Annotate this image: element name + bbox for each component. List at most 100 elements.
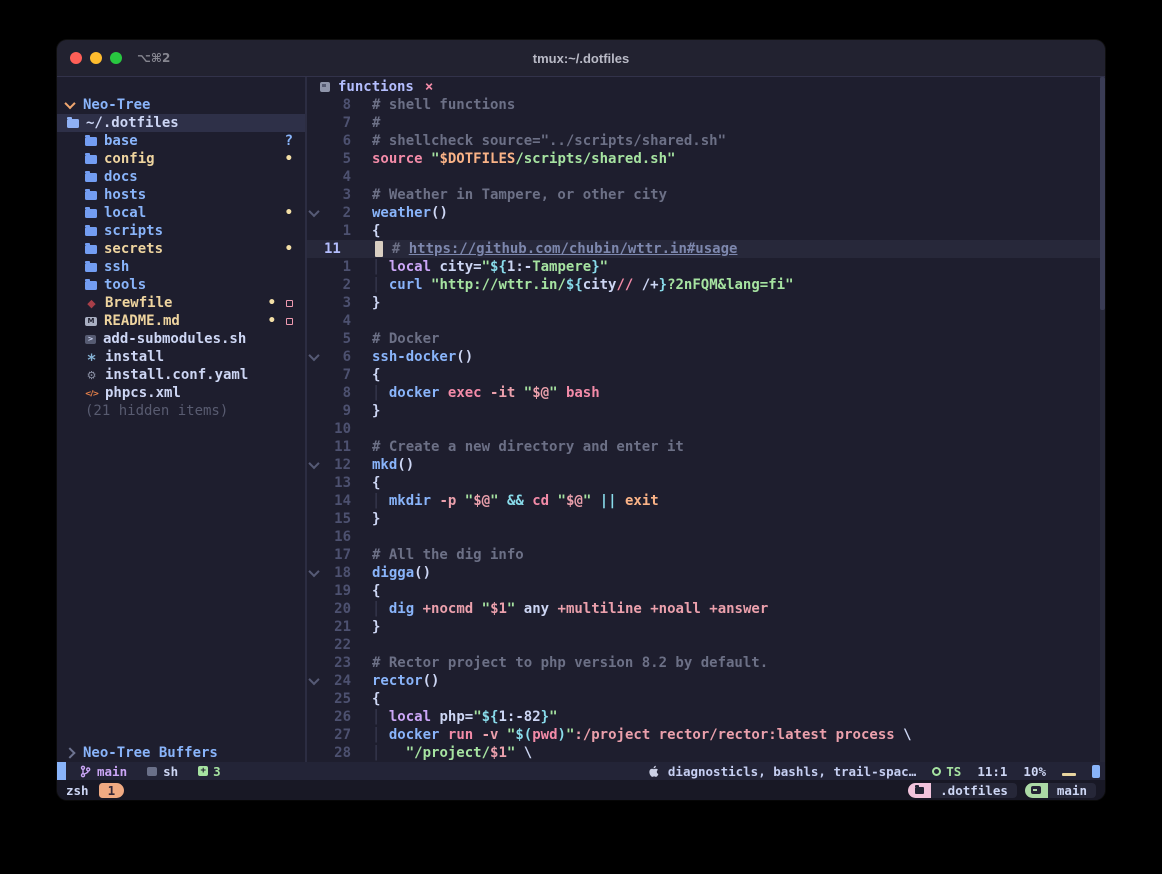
- code-token: docker: [389, 385, 440, 401]
- code-token: # shell functions: [372, 97, 515, 113]
- tree-item-add-submodules.sh[interactable]: >add-submodules.sh: [57, 330, 305, 348]
- code-line-21[interactable]: 12mkd(): [307, 456, 1105, 474]
- code-token: -v: [482, 727, 499, 743]
- tmux-session-segment[interactable]: .dotfiles: [908, 783, 1017, 798]
- code-line-14[interactable]: 5# Docker: [307, 330, 1105, 348]
- editor-scrollbar[interactable]: [1100, 77, 1105, 762]
- close-window-button[interactable]: [70, 52, 82, 64]
- code-line-35[interactable]: 26│ local php="${1:-82}": [307, 708, 1105, 726]
- tree-item-ssh[interactable]: ssh: [57, 258, 305, 276]
- tmux-window-name[interactable]: zsh: [66, 783, 89, 798]
- neo-tree-buffers-header[interactable]: Neo-Tree Buffers: [57, 744, 305, 762]
- fold-chevron-icon[interactable]: [307, 353, 321, 361]
- code-line-20[interactable]: 11# Create a new directory and enter it: [307, 438, 1105, 456]
- code-line-17[interactable]: 8│ docker exec -it "$@" bash: [307, 384, 1105, 402]
- line-number: 22: [321, 637, 351, 653]
- tree-item-scripts[interactable]: scripts: [57, 222, 305, 240]
- line-number: 8: [321, 97, 351, 113]
- code-line-37[interactable]: 28│ "/project/$1" \: [307, 744, 1105, 762]
- treesitter-label: TS: [946, 764, 961, 779]
- code-line-5[interactable]: 4: [307, 168, 1105, 186]
- tree-item-hosts[interactable]: hosts: [57, 186, 305, 204]
- neo-tree-header[interactable]: Neo-Tree: [57, 96, 305, 114]
- tree-item-install.conf.yaml[interactable]: ⚙install.conf.yaml: [57, 366, 305, 384]
- code-line-2[interactable]: 7#: [307, 114, 1105, 132]
- code-token: $@: [473, 493, 490, 509]
- code-line-30[interactable]: 21}: [307, 618, 1105, 636]
- code-line-36[interactable]: 27│ docker run -v "$(pwd)":/project rect…: [307, 726, 1105, 744]
- code-line-29[interactable]: 20│ dig +nocmd "$1" any +multiline +noal…: [307, 600, 1105, 618]
- code-text: #: [372, 115, 1105, 131]
- filetype-label: sh: [163, 764, 178, 779]
- code-line-19[interactable]: 10: [307, 420, 1105, 438]
- code-line-13[interactable]: 4: [307, 312, 1105, 330]
- code-token: $@: [566, 493, 583, 509]
- tree-item--.dotfiles[interactable]: ~/.dotfiles: [57, 114, 305, 132]
- line-number: 23: [321, 655, 351, 671]
- minimize-window-button[interactable]: [90, 52, 102, 64]
- code-line-10[interactable]: 1│ local city="${1:-Tampere}": [307, 258, 1105, 276]
- code-line-12[interactable]: 3}: [307, 294, 1105, 312]
- code-line-1[interactable]: 8 # shell functions: [307, 96, 1105, 114]
- code-token: rector: [372, 673, 423, 689]
- code-line-34[interactable]: 25{: [307, 690, 1105, 708]
- code-token: # Rector project to php version 8.2 by d…: [372, 655, 768, 671]
- unstaged-square-icon: [286, 300, 293, 307]
- scrollbar-thumb[interactable]: [1100, 77, 1105, 310]
- code-line-18[interactable]: 9}: [307, 402, 1105, 420]
- tree-item-label: (21 hidden items): [85, 403, 228, 419]
- code-line-8[interactable]: 1{: [307, 222, 1105, 240]
- code-line-23[interactable]: 14│ mkdir -p "$@" && cd "$@" || exit: [307, 492, 1105, 510]
- code-token: ||: [600, 493, 617, 509]
- code-line-32[interactable]: 23 # Rector project to php version 8.2 by…: [307, 654, 1105, 672]
- code-line-16[interactable]: 7{: [307, 366, 1105, 384]
- tmux-host-segment[interactable]: main: [1025, 783, 1096, 798]
- folder-icon: [85, 173, 97, 182]
- tree-item-base[interactable]: base?: [57, 132, 305, 150]
- code-line-3[interactable]: 6# shellcheck source="../scripts/shared.…: [307, 132, 1105, 150]
- titlebar[interactable]: ⌥⌘2 tmux:~/.dotfiles: [57, 40, 1105, 77]
- fold-chevron-icon[interactable]: [307, 677, 321, 685]
- code-line-33[interactable]: 24rector(): [307, 672, 1105, 690]
- code-line-28[interactable]: 19{: [307, 582, 1105, 600]
- tree-item-label: config: [104, 151, 155, 167]
- code-line-27[interactable]: 18digga(): [307, 564, 1105, 582]
- line-number: 4: [321, 169, 351, 185]
- tree-item-secrets[interactable]: secrets•: [57, 240, 305, 258]
- code-line-7[interactable]: 2weather(): [307, 204, 1105, 222]
- tree-item-docs[interactable]: docs: [57, 168, 305, 186]
- tree-item-tools[interactable]: tools: [57, 276, 305, 294]
- line-number: 11: [321, 241, 354, 257]
- tree-item-label: secrets: [104, 241, 163, 257]
- fold-chevron-icon[interactable]: [307, 209, 321, 217]
- tree-item-local[interactable]: local•: [57, 204, 305, 222]
- code-line-31[interactable]: 22: [307, 636, 1105, 654]
- close-tab-icon[interactable]: ×: [425, 79, 433, 95]
- fold-chevron-icon[interactable]: [307, 569, 321, 577]
- zoom-window-button[interactable]: [110, 52, 122, 64]
- tab-functions[interactable]: functions ×: [320, 79, 433, 95]
- code-line-24[interactable]: 15}: [307, 510, 1105, 528]
- code-line-15[interactable]: 6ssh-docker(): [307, 348, 1105, 366]
- code-token: (): [423, 673, 440, 689]
- code-line-6[interactable]: 3# Weather in Tampere, or other city: [307, 186, 1105, 204]
- tree-item-brewfile[interactable]: ◆Brewfile•: [57, 294, 305, 312]
- code-text: # Rector project to php version 8.2 by d…: [372, 655, 1105, 671]
- fold-chevron-icon[interactable]: [307, 461, 321, 469]
- tree-item-config[interactable]: config•: [57, 150, 305, 168]
- code-line-22[interactable]: 13{: [307, 474, 1105, 492]
- git-added-count: 3: [213, 764, 221, 779]
- line-number: 2: [321, 277, 351, 293]
- code-line-4[interactable]: 5source "$DOTFILES/scripts/shared.sh": [307, 150, 1105, 168]
- tree-item-phpcs.xml[interactable]: </>phpcs.xml: [57, 384, 305, 402]
- code-line-25[interactable]: 16: [307, 528, 1105, 546]
- code-token: }: [372, 619, 380, 635]
- tree-item-readme.md[interactable]: MREADME.md•: [57, 312, 305, 330]
- code-line-26[interactable]: 17# All the dig info: [307, 546, 1105, 564]
- statusline: main sh + 3 diagnosticls, bashls, trail-…: [57, 762, 1105, 780]
- file-tree: ~/.dotfilesbase?config•docshostslocal•sc…: [57, 114, 305, 420]
- tmux-window-index[interactable]: 1: [99, 783, 125, 798]
- code-line-11[interactable]: 2│ curl "http://wttr.in/${city// /+}?2nF…: [307, 276, 1105, 294]
- tree-item-install[interactable]: *install: [57, 348, 305, 366]
- code-line-9[interactable]: 11 # https://github.com/chubin/wttr.in#u…: [307, 240, 1105, 258]
